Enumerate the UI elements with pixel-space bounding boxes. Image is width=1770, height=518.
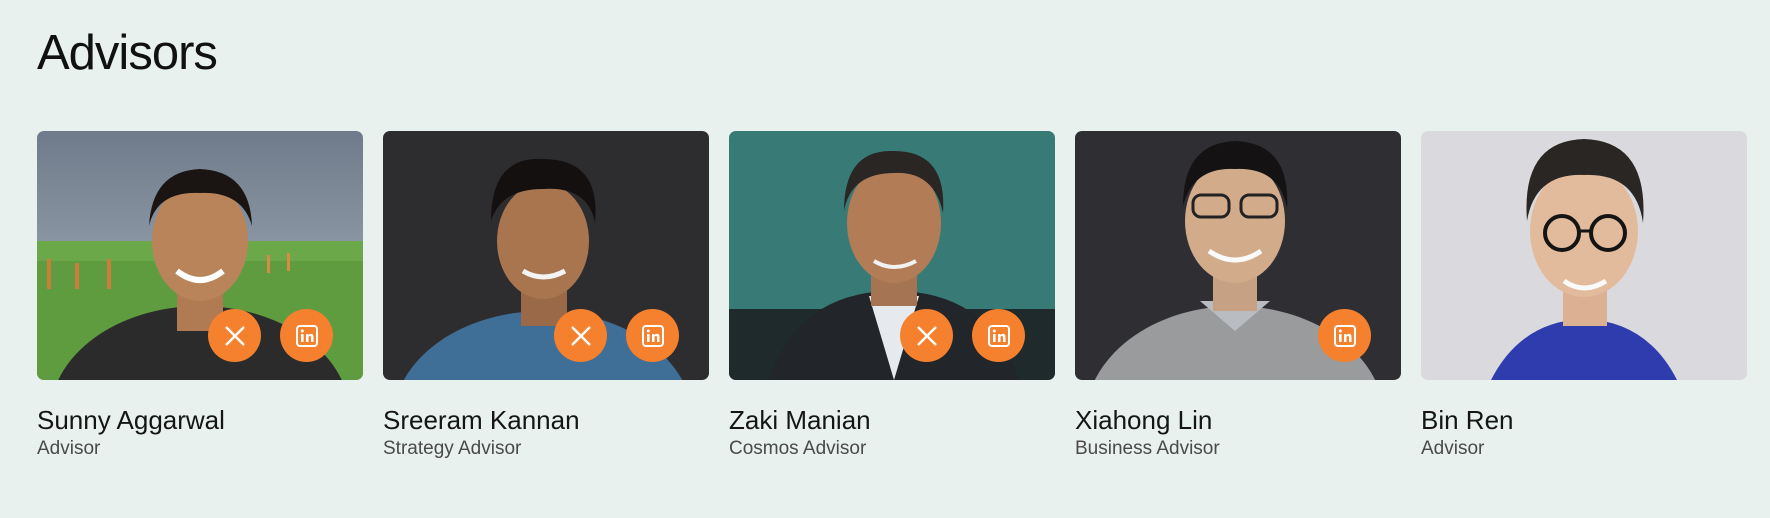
x-button[interactable] <box>208 309 261 362</box>
advisor-name: Zaki Manian <box>729 405 871 435</box>
linkedin-button[interactable] <box>1318 309 1371 362</box>
linkedin-button[interactable] <box>626 309 679 362</box>
x-icon <box>570 325 591 346</box>
linkedin-icon <box>641 324 664 347</box>
advisor-name: Xiahong Lin <box>1075 405 1213 435</box>
linkedin-button[interactable] <box>972 309 1025 362</box>
advisor-role: Cosmos Advisor <box>729 438 867 459</box>
linkedin-icon <box>1333 324 1356 347</box>
advisor-photo <box>383 131 709 380</box>
advisors-section: Advisors Sunny Aggarwal Advisor Sreeram … <box>0 0 1770 518</box>
advisor-card: Bin Ren Advisor <box>1421 131 1747 461</box>
advisor-photo <box>1421 131 1747 380</box>
x-button[interactable] <box>900 309 953 362</box>
advisor-name: Sreeram Kannan <box>383 405 580 435</box>
advisor-role: Strategy Advisor <box>383 438 522 459</box>
advisor-card: Xiahong Lin Business Advisor <box>1075 131 1401 461</box>
advisor-role: Business Advisor <box>1075 438 1220 459</box>
advisor-card: Zaki Manian Cosmos Advisor <box>729 131 1055 461</box>
linkedin-icon <box>987 324 1010 347</box>
advisor-photo <box>37 131 363 380</box>
linkedin-button[interactable] <box>280 309 333 362</box>
x-icon <box>224 325 245 346</box>
advisor-grid: Sunny Aggarwal Advisor Sreeram Kannan St… <box>37 131 1747 461</box>
advisor-role: Advisor <box>1421 438 1485 459</box>
section-title: Advisors <box>37 26 218 80</box>
x-icon <box>916 325 937 346</box>
advisor-card: Sunny Aggarwal Advisor <box>37 131 363 461</box>
advisor-photo <box>1075 131 1401 380</box>
advisor-role: Advisor <box>37 438 101 459</box>
linkedin-icon <box>295 324 318 347</box>
x-button[interactable] <box>554 309 607 362</box>
advisor-card: Sreeram Kannan Strategy Advisor <box>383 131 709 461</box>
portrait-image <box>1421 131 1747 380</box>
advisor-name: Bin Ren <box>1421 405 1514 435</box>
advisor-photo <box>729 131 1055 380</box>
advisor-name: Sunny Aggarwal <box>37 405 225 435</box>
